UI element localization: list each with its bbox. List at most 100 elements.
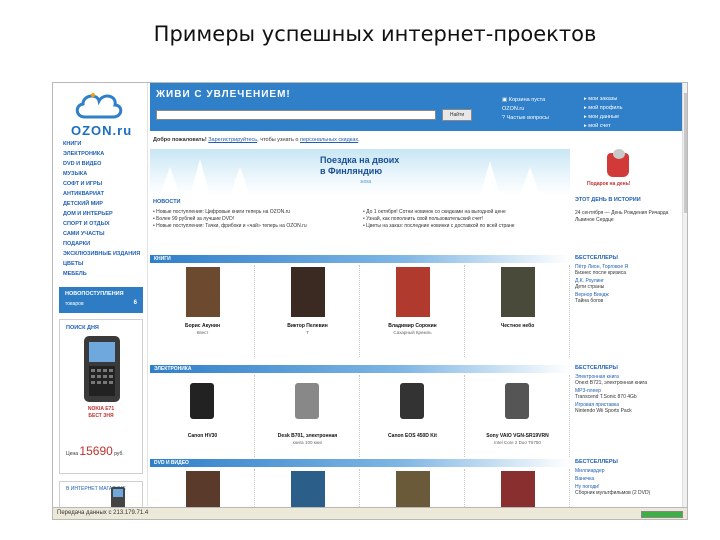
product-card[interactable] [255, 469, 360, 519]
gift-promo[interactable]: Подарок на день! [577, 149, 657, 195]
search-button[interactable]: Найти [442, 109, 472, 121]
product-image[interactable] [400, 383, 424, 419]
product-card[interactable]: Виктор Пелевин Т [255, 265, 360, 357]
product-card[interactable]: Canon EOS 450D Kit [360, 375, 465, 457]
product-card[interactable]: Честное небо [465, 265, 570, 357]
tree-icon [160, 167, 180, 195]
bestseller-item[interactable]: Д.К. Роулинг Дети страны [575, 278, 683, 290]
ozon-logo[interactable]: OZON.ru [63, 87, 139, 141]
product-card[interactable] [360, 469, 465, 519]
product-image[interactable] [396, 267, 430, 317]
bestseller-item[interactable]: Электронная книга Onext B721, электронная… [575, 374, 683, 386]
bestseller-item[interactable]: Миллиардер [575, 468, 683, 474]
bestseller-link[interactable]: Ванечка [575, 476, 683, 482]
new-arrivals-box[interactable]: НОВОПОСТУПЛЕНИЯ товаров 6 [59, 287, 143, 313]
product-name[interactable]: Sony VAIO VGN-SR19VRN [469, 433, 566, 439]
account-link-label: мои заказы [588, 96, 618, 102]
product-name[interactable]: Владимир Сорокин [364, 323, 461, 329]
category-item[interactable]: МУЗЫКА [63, 169, 140, 179]
browser-window: OZON.ru КНИГИ ЭЛЕКТРОНИКА DVD И ВИДЕО МУЗЫК… [52, 82, 688, 520]
new-arrivals-count: 6 [133, 300, 137, 306]
account-link[interactable]: ▸ мой профиль [584, 104, 623, 113]
basket-link[interactable]: ▣ Корзина пуста [502, 97, 545, 103]
promo-banner[interactable]: Поездка на двоих в Финляндию зима [150, 149, 570, 195]
discounts-link[interactable]: персональных скидках [300, 137, 358, 143]
category-item[interactable]: ЭКСКЛЮЗИВНЫЕ ИЗДАНИЯ [63, 249, 140, 259]
product-card[interactable]: Борис Акунин Квест [150, 265, 255, 357]
category-item[interactable]: ПОДАРКИ [63, 239, 140, 249]
product-card[interactable]: Владимир Сорокин Сахарный Кремль [360, 265, 465, 357]
new-arrivals-title: НОВОПОСТУПЛЕНИЯ [65, 291, 124, 297]
product-card[interactable] [465, 469, 570, 519]
faq-link[interactable]: ? Частые вопросы [502, 115, 549, 121]
phone-promo[interactable]: ПОИСК ДНЯ NOKIA E71 БЕСТ ЗНЯ Цена 15690 … [59, 319, 143, 474]
category-item[interactable]: СОФТ И ИГРЫ [63, 179, 140, 189]
product-card[interactable]: Desk B701, электронная книга 100 книг [255, 375, 360, 457]
history-item[interactable]: 24 сентября — День Рождения Ричарда Льви… [575, 210, 683, 224]
product-desc: Т [306, 330, 309, 335]
news-item[interactable]: Цветы на заказ: последние новинки с дост… [363, 223, 563, 230]
bestseller-item[interactable]: Ванечка [575, 476, 683, 482]
product-image[interactable] [295, 383, 319, 419]
category-item[interactable]: ЦВЕТЫ [63, 259, 140, 269]
account-link[interactable]: ▸ мои заказы [584, 95, 623, 104]
category-item[interactable]: АНТИКВАРИАТ [63, 189, 140, 199]
news-item[interactable]: Новые поступления: Тачки, фрибоки и «чай… [153, 223, 353, 230]
phone-promo-2[interactable]: В ИНТЕРНЕТ МАГАЗИНЕ [59, 481, 143, 508]
search-input[interactable] [156, 110, 436, 120]
section-bar-dvd[interactable]: DVD И ВИДЕО [150, 459, 570, 467]
bestseller-text: Бизнес после кризиса [575, 270, 627, 276]
category-item[interactable]: ДЕТСКИЙ МИР [63, 199, 140, 209]
product-name[interactable]: Виктор Пелевин [259, 323, 356, 329]
product-image[interactable] [186, 267, 220, 317]
news-item[interactable]: Новые поступления: Цифровые книги теперь… [153, 209, 353, 216]
product-card[interactable]: Canon HV30 [150, 375, 255, 457]
news-item[interactable]: Узнай, как пополнить свой пользовательск… [363, 216, 563, 223]
bestseller-item[interactable]: Игровая приставка Nintendo Wii Sports Pac… [575, 402, 683, 414]
account-link[interactable]: ▸ мой счет [584, 122, 623, 131]
product-image[interactable] [190, 383, 214, 419]
bestseller-item[interactable]: Ну погоди! Сборник мультфильмов (2 DVD) [575, 484, 683, 496]
news-heading: НОВОСТИ [153, 199, 181, 205]
section-bar-books[interactable]: КНИГИ [150, 255, 570, 263]
category-item[interactable]: САМИ УЧАСТЫ [63, 229, 140, 239]
category-item[interactable]: DVD И ВИДЕО [63, 159, 140, 169]
category-item[interactable]: ДОМ И ИНТЕРЬЕР [63, 209, 140, 219]
product-desc: Сахарный Кремль [393, 330, 432, 335]
category-item[interactable]: МЕБЕЛЬ [63, 269, 140, 279]
category-item[interactable]: КНИГИ [63, 139, 140, 149]
product-image[interactable] [501, 267, 535, 317]
ozon-link[interactable]: OZON.ru [502, 106, 524, 112]
scrollbar-thumb[interactable] [684, 93, 687, 213]
bestseller-item[interactable]: MP3-плеер Transcend T.Sonic 870 4Gb [575, 388, 683, 400]
products-electronics: Canon HV30 Desk B701, электронная книга 10… [150, 375, 570, 457]
bestseller-item[interactable]: Вернор Виндж Тайна богов [575, 292, 683, 304]
category-list: КНИГИ ЭЛЕКТРОНИКА DVD И ВИДЕО МУЗЫКА СОФТ И … [63, 139, 140, 279]
category-item[interactable]: ЭЛЕКТРОНИКА [63, 149, 140, 159]
product-card[interactable] [150, 469, 255, 519]
basket-icon: ▣ [502, 97, 508, 103]
product-name[interactable]: Desk B701, электронная [259, 433, 356, 439]
bestseller-link[interactable]: Миллиардер [575, 468, 683, 474]
status-progress [641, 511, 683, 518]
account-link[interactable]: ▸ мои данные [584, 113, 623, 122]
product-name[interactable]: Canon EOS 450D Kit [364, 433, 461, 439]
category-item[interactable]: СПОРТ И ОТДЫХ [63, 219, 140, 229]
news-item[interactable]: До 1 октября! Сотни новинок со скидками … [363, 209, 563, 216]
vertical-scrollbar[interactable] [682, 83, 687, 507]
news-item[interactable]: Более 99 рублей за лучшие DVD! [153, 216, 353, 223]
banner-line2: в Финляндию [320, 166, 383, 176]
welcome-suffix: . [358, 137, 360, 143]
news-column-1: Новые поступления: Цифровые книги теперь… [153, 209, 353, 230]
register-link[interactable]: Зарегистрируйтесь [208, 137, 257, 143]
product-name[interactable]: Борис Акунин [154, 323, 251, 329]
product-card[interactable]: Sony VAIO VGN-SR19VRN Intel Core 2 Duo T5… [465, 375, 570, 457]
product-name[interactable]: Canon HV30 [154, 433, 251, 439]
product-image[interactable] [505, 383, 529, 419]
product-name[interactable]: Честное небо [469, 323, 566, 329]
cloud-logo-icon [75, 93, 123, 119]
bestseller-item[interactable]: Пётр Лион, Торговое Я Бизнес после кризис… [575, 264, 683, 276]
section-bar-electronics[interactable]: ЭЛЕКТРОНИКА [150, 365, 570, 373]
product-image[interactable] [291, 267, 325, 317]
product-desc: Intel Core 2 Duo T5750 [494, 440, 541, 445]
